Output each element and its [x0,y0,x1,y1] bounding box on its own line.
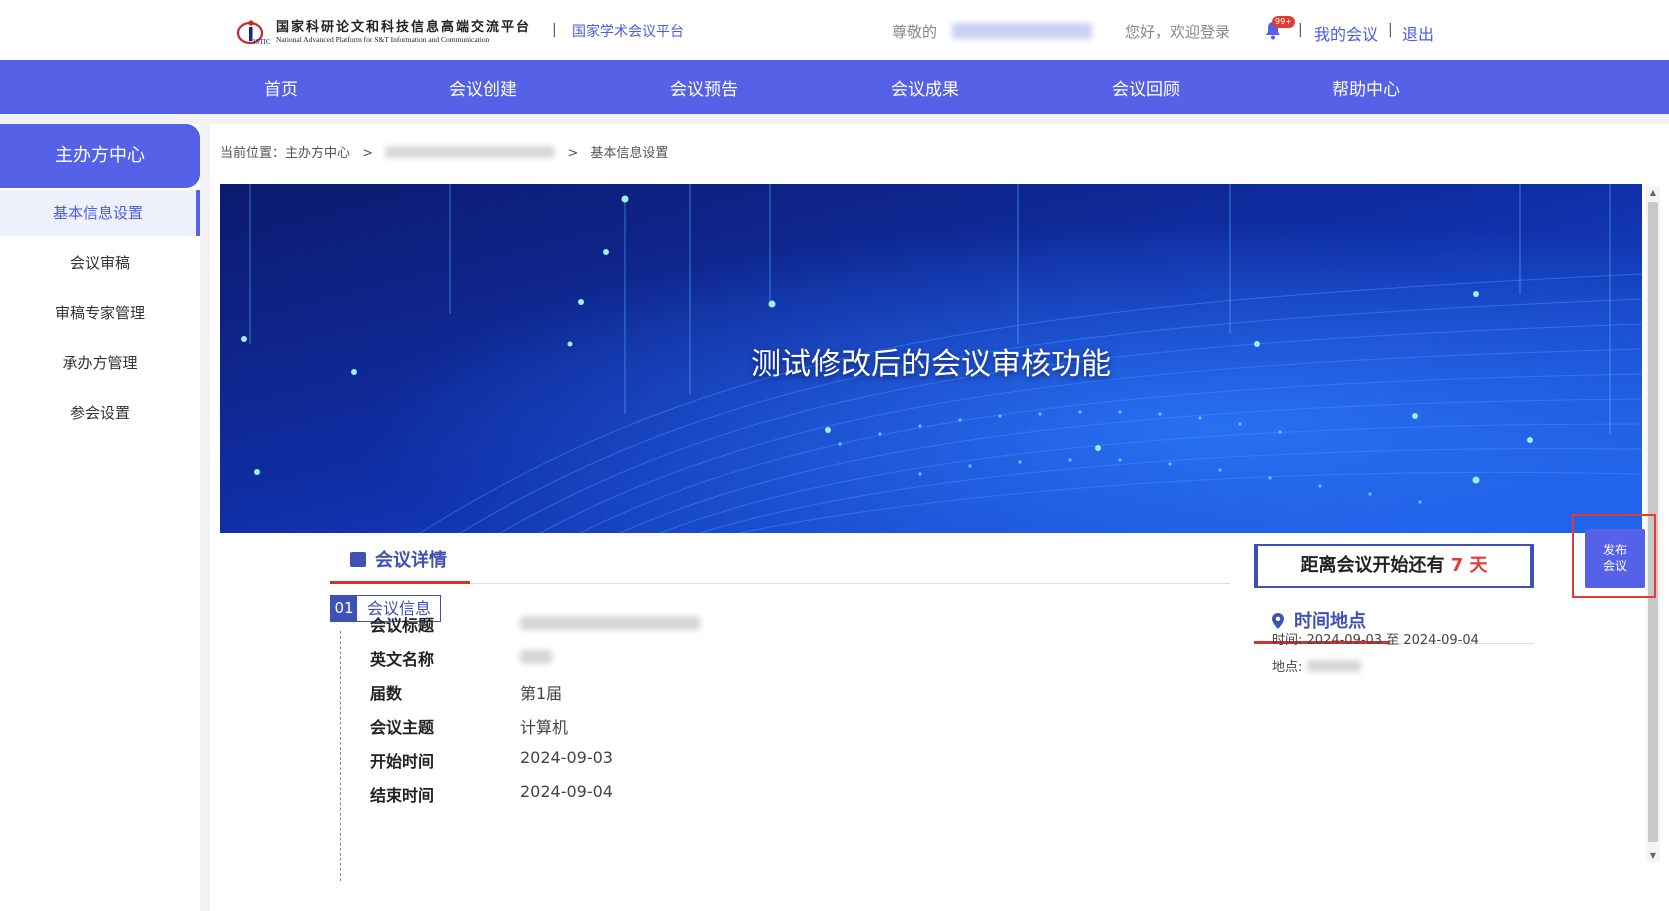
meeting-title-blurred [520,616,700,630]
header-divider: | [552,22,557,38]
sidebar-item-basic-info[interactable]: 基本信息设置 [0,190,200,236]
respect-label: 尊敬的 [892,23,938,41]
info-label: 届数 [370,684,403,703]
info-value: 计算机 [520,718,569,737]
info-value: 2024-09-04 [520,782,613,801]
publish-label-line2: 会议 [1602,559,1627,573]
sidebar-item-reviewer-management[interactable]: 审稿专家管理 [0,290,200,336]
header-divider: | [1388,22,1393,38]
sidebar-item-paper-review[interactable]: 会议审稿 [0,240,200,286]
sidebar-title: 主办方中心 [0,124,200,188]
scroll-down-icon[interactable]: ▼ [1646,851,1660,860]
publish-meeting-button[interactable]: 发布 会议 [1585,529,1645,588]
platform-link[interactable]: 国家学术会议平台 [572,21,684,41]
sub-number: 01 [331,596,357,621]
info-label: 开始时间 [370,752,435,771]
logo-chinese-name: 国家科研论文和科技信息高端交流平台 [276,20,532,35]
place-value-blurred [1306,660,1361,672]
breadcrumb-meeting-blurred[interactable] [385,146,556,158]
details-title: 会议详情 [375,550,447,571]
nav-help-center[interactable]: 帮助中心 [1332,75,1400,100]
english-name-blurred [520,650,552,664]
my-meetings-link[interactable]: 我的会议 [1314,21,1378,45]
countdown-days: 7 天 [1450,555,1488,576]
logo-english-name: National Advanced Platform for S&T Infor… [276,35,490,44]
meeting-banner: 测试修改后的会议审核功能 [220,184,1642,533]
details-tab[interactable]: 会议详情 [330,544,470,584]
breadcrumb-arrow: > [362,146,374,161]
publish-label-line1: 发布 [1602,543,1627,557]
info-label: 结束时间 [370,786,435,805]
nav-create-meeting[interactable]: 会议创建 [449,75,517,100]
countdown-prefix: 距离会议开始还有 [1300,555,1445,576]
svg-text:ISTIC: ISTIC [253,38,271,46]
header-divider: | [1298,22,1303,38]
nav-meeting-preview[interactable]: 会议预告 [670,75,738,100]
meeting-time-line: 时间: 2024-09-03 至 2024-09-04 [1272,629,1479,648]
document-icon [350,552,366,567]
notification-badge: 99+ [1272,16,1295,28]
nav-home[interactable]: 首页 [264,75,298,100]
info-value: 2024-09-03 [520,748,613,767]
breadcrumb: 当前位置：主办方中心 > > 基本信息设置 [220,142,676,161]
sidebar: 主办方中心 基本信息设置 会议审稿 审稿专家管理 承办方管理 参会设置 [0,124,200,911]
nav-meeting-review[interactable]: 会议回顾 [1112,75,1180,100]
time-value: 2024-09-03 至 2024-09-04 [1306,633,1479,648]
breadcrumb-current: 基本信息设置 [590,146,669,161]
dashed-divider [340,631,341,881]
details-section-header: 会议详情 [330,544,1230,584]
sidebar-item-attendance-settings[interactable]: 参会设置 [0,390,200,436]
main-content: 当前位置：主办方中心 > > 基本信息设置 测试修改后的会议审核功能 ▲ ▼ 会… [210,124,1669,911]
breadcrumb-prefix: 当前位置：主办方中心 [220,146,351,161]
countdown-box: 距离会议开始还有 7 天 [1254,544,1534,588]
logout-link[interactable]: 退出 [1402,21,1434,45]
info-label: 会议主题 [370,718,435,737]
info-label: 英文名称 [370,650,435,669]
sidebar-item-organizer-management[interactable]: 承办方管理 [0,340,200,386]
top-header: ISTIC 国家科研论文和科技信息高端交流平台 National Advance… [0,0,1669,60]
main-nav: 首页 会议创建 会议预告 会议成果 会议回顾 帮助中心 [0,60,1669,114]
place-label: 地点: [1272,660,1303,675]
nav-meeting-results[interactable]: 会议成果 [891,75,959,100]
scroll-up-icon[interactable]: ▲ [1646,188,1660,197]
info-label: 会议标题 [370,616,435,635]
greeting-text: 您好，欢迎登录 [1125,23,1231,41]
site-logo[interactable]: ISTIC 国家科研论文和科技信息高端交流平台 National Advance… [236,14,541,48]
location-pin-icon [1272,613,1284,629]
istic-logo-icon: ISTIC [236,20,271,46]
info-value: 第1届 [520,684,563,703]
meeting-place-line: 地点: [1272,656,1361,675]
username-blurred [952,23,1092,39]
banner-title: 测试修改后的会议审核功能 [751,347,1111,382]
breadcrumb-arrow: > [567,146,579,161]
time-label: 时间: [1272,633,1303,648]
